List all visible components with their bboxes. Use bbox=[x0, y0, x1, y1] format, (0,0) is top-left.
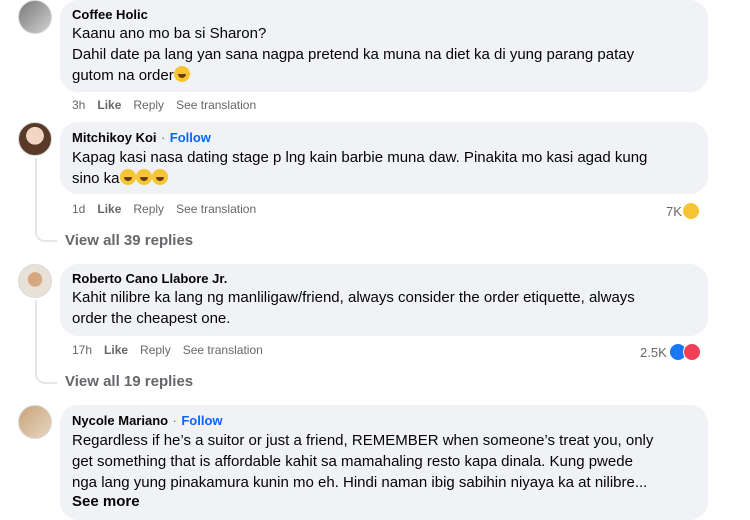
like-button[interactable]: Like bbox=[97, 202, 121, 216]
reply-button[interactable]: Reply bbox=[133, 202, 164, 216]
comment-text-line: gutom na order bbox=[72, 67, 174, 84]
follow-button[interactable]: Follow bbox=[170, 130, 211, 145]
like-button[interactable]: Like bbox=[97, 98, 121, 112]
see-translation-link[interactable]: See translation bbox=[176, 98, 256, 112]
reaction-count: 7K bbox=[666, 203, 682, 219]
comment-text-line: nga lang yung pinakamura kunin mo eh. Hi… bbox=[72, 474, 648, 491]
comment-actions: 1d Like Reply See translation bbox=[72, 202, 268, 216]
reply-button[interactable]: Reply bbox=[140, 343, 171, 357]
comment-text-line: Kapag kasi nasa dating stage p lng kain … bbox=[72, 149, 648, 166]
comment-bubble: Nycole Mariano · Follow Regardless if he… bbox=[60, 405, 708, 520]
comment-text-line: Kahit nilibre ka lang ng manliligaw/frie… bbox=[72, 289, 635, 306]
comment-time[interactable]: 17h bbox=[72, 343, 92, 357]
laugh-emoji-icon bbox=[135, 169, 152, 185]
laugh-emoji-icon bbox=[173, 66, 190, 82]
like-button[interactable]: Like bbox=[104, 343, 128, 357]
comment-author[interactable]: Roberto Cano Llabore Jr. bbox=[72, 271, 696, 287]
comment-actions: 17h Like Reply See translation bbox=[72, 343, 275, 357]
comment-text-line: Kaanu ano mo ba si Sharon? bbox=[72, 25, 267, 42]
comment-author[interactable]: Nycole Mariano bbox=[72, 413, 168, 428]
comment-time[interactable]: 1d bbox=[72, 202, 85, 216]
avatar[interactable] bbox=[18, 264, 52, 298]
comment-text-line: get something that is affordable kahit s… bbox=[72, 453, 633, 470]
see-translation-link[interactable]: See translation bbox=[176, 202, 256, 216]
avatar[interactable] bbox=[18, 122, 52, 156]
view-replies-link[interactable]: View all 19 replies bbox=[65, 373, 193, 390]
avatar[interactable] bbox=[18, 0, 52, 34]
thread-line bbox=[35, 158, 57, 242]
comment-bubble: Mitchikoy Koi · Follow Kapag kasi nasa d… bbox=[60, 122, 708, 194]
reaction-summary[interactable]: 2.5K bbox=[640, 343, 701, 361]
reaction-count: 2.5K bbox=[640, 344, 667, 360]
see-more-link[interactable]: See more bbox=[72, 493, 696, 510]
see-translation-link[interactable]: See translation bbox=[183, 343, 263, 357]
love-reaction-icon bbox=[682, 343, 701, 361]
comment-time[interactable]: 3h bbox=[72, 98, 85, 112]
laugh-emoji-icon bbox=[119, 169, 136, 185]
separator-dot: · bbox=[172, 413, 177, 428]
comment-author[interactable]: Coffee Holic bbox=[72, 7, 696, 23]
thread-line bbox=[35, 300, 57, 384]
separator-dot: · bbox=[160, 130, 166, 145]
reply-button[interactable]: Reply bbox=[133, 98, 164, 112]
follow-button[interactable]: Follow bbox=[181, 413, 222, 428]
reaction-summary[interactable]: 7K bbox=[666, 202, 700, 220]
comment-actions: 3h Like Reply See translation bbox=[72, 98, 268, 112]
avatar[interactable] bbox=[18, 405, 52, 439]
haha-reaction-icon bbox=[681, 202, 700, 220]
comment-bubble: Coffee Holic Kaanu ano mo ba si Sharon? … bbox=[60, 0, 708, 92]
view-replies-link[interactable]: View all 39 replies bbox=[65, 232, 193, 249]
laugh-emoji-icon bbox=[151, 169, 168, 185]
comment-text-line: sino ka bbox=[72, 170, 120, 187]
comment-text-line: order the cheapest one. bbox=[72, 310, 231, 327]
comment-bubble: Roberto Cano Llabore Jr. Kahit nilibre k… bbox=[60, 264, 708, 336]
comment-text-line: Regardless if he’s a suitor or just a fr… bbox=[72, 432, 654, 449]
comment-text-line: Dahil date pa lang yan sana nagpa preten… bbox=[72, 46, 635, 63]
comment-author[interactable]: Mitchikoy Koi bbox=[72, 130, 157, 145]
